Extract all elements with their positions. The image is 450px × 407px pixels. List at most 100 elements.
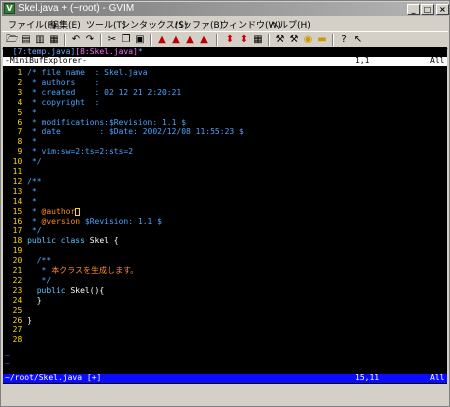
code-line[interactable]: 17 */ xyxy=(3,227,42,235)
paste-icon[interactable]: ▣ xyxy=(134,34,146,46)
title-bar[interactable]: V Skel.java + (~root) - GVIM _ □ × xyxy=(2,2,449,16)
tabline-suffix: * xyxy=(137,47,143,56)
code-line[interactable]: 5 * xyxy=(3,107,37,117)
line-number: 4 xyxy=(3,97,28,107)
code-line[interactable]: 28 xyxy=(3,336,27,344)
copy-icon[interactable]: ❐ xyxy=(120,34,132,46)
code-line[interactable]: 21 * 本クラスを生成します。 xyxy=(3,266,139,275)
code-token: * date : $Date: 2002/12/08 11:55:23 $ xyxy=(27,127,244,137)
code-line[interactable]: 10 */ xyxy=(3,158,42,166)
code-line[interactable]: 24 } xyxy=(3,296,42,305)
find-prev-icon[interactable]: ▲ xyxy=(184,34,196,46)
save-all-icon[interactable]: ▥ xyxy=(34,34,46,46)
line-number: 3 xyxy=(3,87,28,97)
make-icon[interactable]: ▦ xyxy=(252,34,264,46)
status-percent: All xyxy=(430,373,445,382)
open-icon[interactable]: 🗁 xyxy=(6,34,18,46)
minimize-button[interactable]: _ xyxy=(407,4,420,15)
code-line[interactable]: 20 /** xyxy=(3,256,52,266)
buffer-tab-temp-java[interactable]: [7:temp.java] xyxy=(13,47,76,56)
code-line[interactable]: 1 /* file name : Skel.java xyxy=(3,69,147,77)
find-help-icon[interactable]: ▬ xyxy=(316,34,328,46)
toolbar-separator xyxy=(216,34,218,46)
code-token: * xyxy=(27,107,37,117)
line-number: 25 xyxy=(3,305,28,315)
menu-buffers[interactable]: バッファ(B) xyxy=(174,18,223,31)
code-line[interactable]: 8 * xyxy=(3,137,37,147)
print-icon[interactable]: ▦ xyxy=(48,34,60,46)
code-line[interactable]: 13 * xyxy=(3,187,37,196)
run-script-icon[interactable]: ⬍ xyxy=(238,34,250,46)
menu-file[interactable]: ファイル(F) xyxy=(8,18,56,31)
code-token: @version xyxy=(41,216,81,226)
code-token: * copyright : xyxy=(27,97,100,107)
line-number: 19 xyxy=(3,246,28,256)
line-number: 6 xyxy=(3,117,28,127)
menu-edit[interactable]: 編集(E) xyxy=(50,18,81,31)
buffer-tab-skel-java[interactable]: [8:Skel.java] xyxy=(75,47,138,56)
line-number: 16 xyxy=(3,216,28,226)
code-line[interactable]: 3 * created : 02 12 21 2:20:21 xyxy=(3,87,181,97)
code-token: /** xyxy=(27,176,42,186)
code-line[interactable]: 12 /** xyxy=(3,176,42,186)
pointer-help-icon[interactable]: ↖ xyxy=(352,34,364,46)
code-line[interactable]: 6 * modifications:$Revision: 1.1 $ xyxy=(3,117,186,127)
menu-help[interactable]: ヘルプ(H) xyxy=(270,18,311,31)
jump-to-tag-icon[interactable]: ⚒ xyxy=(288,34,300,46)
line-number: 18 xyxy=(3,236,28,246)
line-number: 21 xyxy=(3,266,28,275)
code-token: /** xyxy=(27,256,52,266)
code-line[interactable]: 9 * vim:sw=2:ts=2:sts=2 xyxy=(3,148,133,156)
code-token: * xyxy=(27,216,42,226)
code-token: Skel { xyxy=(84,236,119,246)
load-session-icon[interactable]: ▲ xyxy=(198,34,210,46)
code-line[interactable]: 23 public Skel(){ xyxy=(3,285,105,295)
maximize-button[interactable]: □ xyxy=(421,4,434,15)
status-filename: ~/root/Skel.java [+] xyxy=(5,373,102,382)
main-statusline[interactable]: ~/root/Skel.java [+] 15,11 All xyxy=(3,374,447,383)
code-line[interactable]: 25 xyxy=(3,305,28,315)
menu-bar: ファイル(F) 編集(E) ツール(T) シンタックス(S) バッファ(B) ウ… xyxy=(2,17,448,31)
minibuf-statusline[interactable]: -MiniBufExplorer- 1,1 All xyxy=(3,57,447,66)
editor-area[interactable]: [7:temp.java][8:Skel.java]* -MiniBufExpl… xyxy=(3,47,447,384)
undo-icon[interactable]: ↶ xyxy=(70,34,82,46)
code-line[interactable]: 19 xyxy=(3,247,27,255)
toolbar-separator xyxy=(268,34,270,46)
code-line[interactable]: 26 } xyxy=(3,316,32,325)
code-token: @author xyxy=(41,206,76,216)
code-line[interactable]: 15 * @author xyxy=(3,206,81,216)
line-number: 8 xyxy=(3,137,28,147)
help-icon[interactable]: ◉ xyxy=(302,34,314,46)
redo-icon[interactable]: ↷ xyxy=(84,34,96,46)
gvim-app-icon[interactable]: V xyxy=(4,3,15,14)
code-line[interactable]: 22 */ xyxy=(3,276,52,285)
help-question-icon[interactable]: ? xyxy=(338,34,350,46)
run-ctags-icon[interactable]: ⚒ xyxy=(274,34,286,46)
cut-icon[interactable]: ✂ xyxy=(106,34,118,46)
code-token: */ xyxy=(27,226,42,236)
line-number: 14 xyxy=(3,196,28,206)
save-session-icon[interactable]: ⬍ xyxy=(224,34,236,46)
find-replace-icon[interactable]: ▲ xyxy=(156,34,168,46)
toolbar-separator xyxy=(64,34,66,46)
line-number: 2 xyxy=(3,77,28,87)
code-line[interactable]: 2 * authors : xyxy=(3,77,100,87)
code-token: Skel(){ xyxy=(65,285,105,295)
code-line[interactable]: 11 xyxy=(3,168,27,176)
find-next-icon[interactable]: ▲ xyxy=(170,34,182,46)
code-token: * xyxy=(27,196,37,206)
code-line[interactable]: 4 * copyright : xyxy=(3,97,100,107)
line-number: 28 xyxy=(3,335,28,345)
menu-tools[interactable]: ツール(T) xyxy=(86,18,126,31)
close-button[interactable]: × xyxy=(436,4,449,15)
code-line[interactable]: 7 * date : $Date: 2002/12/08 11:55:23 $ xyxy=(3,127,244,137)
code-line[interactable]: 14 * xyxy=(3,196,37,206)
code-line[interactable]: 18 public class Skel { xyxy=(3,237,119,245)
code-token: public class xyxy=(27,236,85,246)
line-number: 23 xyxy=(3,285,28,295)
code-line[interactable]: 16 * @version $Revision: 1.1 $ xyxy=(3,216,162,226)
code-line[interactable]: 27 xyxy=(3,326,27,334)
code-token: * authors : xyxy=(27,77,100,87)
save-icon[interactable]: ▤ xyxy=(20,34,32,46)
code-token: * xyxy=(27,137,37,147)
